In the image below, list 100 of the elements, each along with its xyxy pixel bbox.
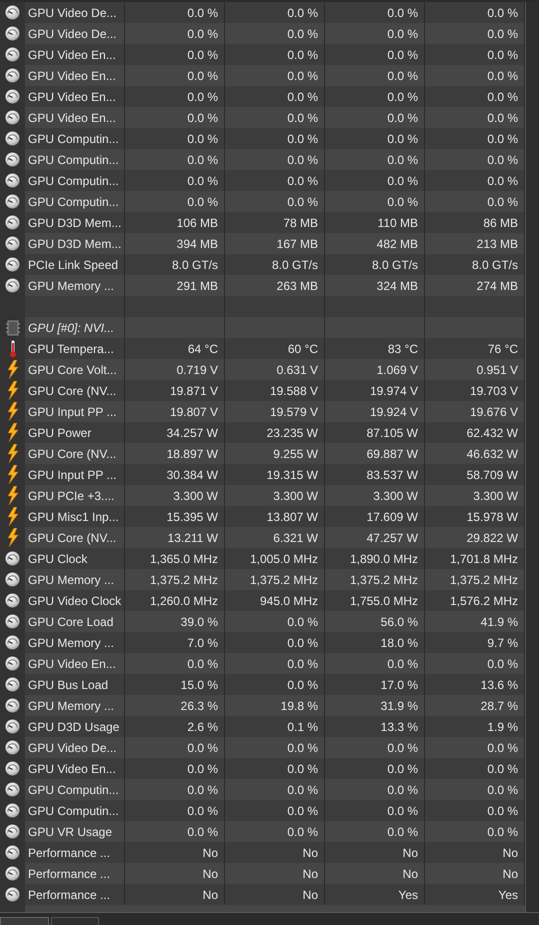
sensor-name[interactable]: PCIe Link Speed <box>28 256 118 274</box>
sensor-name[interactable]: GPU Core Volt... <box>28 360 117 378</box>
sensor-row[interactable]: Performance ... No No Yes Yes <box>0 884 525 905</box>
sensor-row[interactable]: GPU Video De... 0.0 % 0.0 % 0.0 % 0.0 % <box>0 23 525 44</box>
sensor-name[interactable]: GPU Video En... <box>28 88 116 106</box>
sensor-row[interactable]: GPU Clock 1,365.0 MHz 1,005.0 MHz 1,890.0 MHz 1,701.8 MHz <box>0 548 525 569</box>
sensor-value: 0.0 % <box>187 802 218 820</box>
sensor-name[interactable]: GPU Computin... <box>28 130 119 148</box>
sensor-name[interactable]: GPU Bus Load <box>28 676 108 694</box>
sensor-row[interactable]: GPU Misc1 Inp... 15.395 W 13.807 W 17.609 W 15.978 W <box>0 506 525 527</box>
sensor-name[interactable]: GPU Video Clock <box>28 592 122 610</box>
sensor-row[interactable]: GPU Core (NV... 18.897 W 9.255 W 69.887 W 46.632 W <box>0 443 525 464</box>
sensor-row[interactable]: GPU Core Load 39.0 % 0.0 % 56.0 % 41.9 % <box>0 611 525 632</box>
sensor-name[interactable]: GPU Computin... <box>28 172 119 190</box>
sensor-row[interactable]: GPU Power 34.257 W 23.235 W 87.105 W 62.432 W <box>0 422 525 443</box>
sensor-name[interactable]: GPU Memory ... <box>28 570 114 588</box>
sensor-value: 1,365.0 MHz <box>150 550 218 568</box>
sensor-row[interactable]: GPU Video De... 0.0 % 0.0 % 0.0 % 0.0 % <box>0 737 525 758</box>
sensor-value: 0.0 % <box>187 152 218 168</box>
sensor-row[interactable]: GPU D3D Mem... 394 MB 167 MB 482 MB 213 MB <box>0 233 525 254</box>
sensor-value: 0.0 % <box>287 88 318 106</box>
sensor-name[interactable]: GPU Video En... <box>28 66 116 84</box>
sensor-row[interactable]: GPU PCIe +3.... 3.300 W 3.300 W 3.300 W 3.300 W <box>0 485 525 506</box>
bottom-tab[interactable] <box>51 917 99 925</box>
sensor-name[interactable]: GPU Input PP ... <box>28 402 116 420</box>
sensor-name[interactable]: GPU Core Load <box>28 612 114 630</box>
sensor-row[interactable]: GPU Bus Load 15.0 % 0.0 % 17.0 % 13.6 % <box>0 674 525 695</box>
group-header[interactable]: GPU [#0]: NVI... <box>28 318 114 336</box>
sensor-row[interactable]: GPU Video En... 0.0 % 0.0 % 0.0 % 0.0 % <box>0 758 525 779</box>
sensor-name[interactable]: GPU Video En... <box>28 108 116 126</box>
sensor-name[interactable]: GPU D3D Mem... <box>28 214 122 232</box>
sensor-name[interactable]: GPU Core (NV... <box>28 382 116 400</box>
sensor-row[interactable]: GPU Computin... 0.0 % 0.0 % 0.0 % 0.0 % <box>0 800 525 821</box>
sensor-name[interactable]: GPU Power <box>28 424 92 442</box>
sensor-row[interactable]: GPU Video En... 0.0 % 0.0 % 0.0 % 0.0 % <box>0 653 525 674</box>
sensor-value: 0.0 % <box>487 782 518 798</box>
sensor-name[interactable]: GPU Tempera... <box>28 340 114 358</box>
sensor-row[interactable]: GPU Memory ... 1,375.2 MHz 1,375.2 MHz 1,375.2 MHz 1,375.2 MHz <box>0 569 525 590</box>
sensor-value: No <box>202 886 218 904</box>
sensor-name[interactable]: GPU Video De... <box>28 4 116 22</box>
sensor-value: No <box>402 844 418 862</box>
sensor-name[interactable]: GPU PCIe +3.... <box>28 486 114 504</box>
sensor-name[interactable]: GPU Computin... <box>28 780 119 798</box>
sensor-name[interactable]: GPU Video De... <box>28 24 116 42</box>
sensor-name[interactable]: GPU Computin... <box>28 802 119 820</box>
gauge-icon <box>5 698 20 713</box>
sensor-row[interactable]: GPU Memory ... 291 MB 263 MB 324 MB 274 MB <box>0 275 525 296</box>
sensor-name[interactable]: GPU Video En... <box>28 760 116 778</box>
sensor-name[interactable]: Performance ... <box>28 864 110 882</box>
sensor-row[interactable]: GPU Core Volt... 0.719 V 0.631 V 1.069 V 0.951 V <box>0 359 525 380</box>
sensor-name[interactable]: GPU Video De... <box>28 738 116 756</box>
sensor-name[interactable]: GPU Input PP ... <box>28 466 116 484</box>
sensor-row[interactable]: Performance ... No No No No <box>0 863 525 884</box>
sensor-row[interactable]: GPU Computin... 0.0 % 0.0 % 0.0 % 0.0 % <box>0 170 525 191</box>
sensor-row[interactable]: GPU Tempera... 64 °C 60 °C 83 °C 76 °C <box>0 338 525 359</box>
sensor-row[interactable]: GPU Input PP ... 19.807 V 19.579 V 19.924 V 19.676 V <box>0 401 525 422</box>
sensor-row[interactable]: Performance ... No No No No <box>0 842 525 863</box>
sensor-row[interactable]: GPU Video En... 0.0 % 0.0 % 0.0 % 0.0 % <box>0 44 525 65</box>
sensor-value: 0.0 % <box>487 152 518 168</box>
sensor-row[interactable]: GPU Core (NV... 13.211 W 6.321 W 47.257 W 29.822 W <box>0 527 525 548</box>
sensor-name[interactable]: GPU Video En... <box>28 654 116 672</box>
sensor-row[interactable]: GPU Video En... 0.0 % 0.0 % 0.0 % 0.0 % <box>0 65 525 86</box>
gauge-icon <box>5 614 20 629</box>
sensor-name[interactable]: GPU D3D Mem... <box>28 234 122 252</box>
sensor-value: 29.822 W <box>466 530 518 546</box>
sensor-row[interactable]: GPU D3D Mem... 106 MB 78 MB 110 MB 86 MB <box>0 212 525 233</box>
sensor-value: 167 MB <box>276 236 318 252</box>
sensor-name[interactable]: Performance ... <box>28 886 110 904</box>
sensor-name[interactable]: GPU Misc1 Inp... <box>28 508 119 526</box>
sensor-name[interactable]: GPU Memory ... <box>28 276 114 294</box>
sensor-row[interactable]: GPU Memory ... 7.0 % 0.0 % 18.0 % 9.7 % <box>0 632 525 653</box>
sensor-row[interactable]: PCIe Link Speed 8.0 GT/s 8.0 GT/s 8.0 GT/s 8.0 GT/s <box>0 254 525 275</box>
sensor-row[interactable]: GPU D3D Usage 2.6 % 0.1 % 13.3 % 1.9 % <box>0 716 525 737</box>
sensor-row[interactable]: GPU Computin... 0.0 % 0.0 % 0.0 % 0.0 % <box>0 128 525 149</box>
sensor-name[interactable]: GPU Core (NV... <box>28 444 116 462</box>
sensor-name[interactable]: GPU D3D Usage <box>28 718 120 736</box>
sensor-name[interactable]: GPU Computin... <box>28 192 119 210</box>
sensor-name[interactable]: GPU Computin... <box>28 150 119 168</box>
sensor-row[interactable]: GPU Input PP ... 30.384 W 19.315 W 83.537 W 58.709 W <box>0 464 525 485</box>
sensor-row[interactable]: GPU Core (NV... 19.871 V 19.588 V 19.974 V 19.703 V <box>0 380 525 401</box>
sensor-name[interactable]: GPU Core (NV... <box>28 528 116 546</box>
sensor-row[interactable]: GPU VR Usage 0.0 % 0.0 % 0.0 % 0.0 % <box>0 821 525 842</box>
sensor-name[interactable]: GPU Video En... <box>28 46 116 64</box>
sensor-name[interactable]: Performance ... <box>28 844 110 862</box>
sensor-row[interactable]: GPU Memory ... 26.3 % 19.8 % 31.9 % 28.7 % <box>0 695 525 716</box>
group-row[interactable]: GPU [#0]: NVI... <box>0 317 525 338</box>
sensor-row[interactable]: GPU Video En... 0.0 % 0.0 % 0.0 % 0.0 % <box>0 86 525 107</box>
sensor-name[interactable]: GPU Clock <box>28 550 88 568</box>
sensor-row[interactable]: GPU Computin... 0.0 % 0.0 % 0.0 % 0.0 % <box>0 149 525 170</box>
sensor-name[interactable]: GPU Memory ... <box>28 696 114 714</box>
sensor-row[interactable]: GPU Video En... 0.0 % 0.0 % 0.0 % 0.0 % <box>0 107 525 128</box>
gauge-icon <box>5 761 20 776</box>
sensor-row[interactable]: GPU Computin... 0.0 % 0.0 % 0.0 % 0.0 % <box>0 779 525 800</box>
sensor-value: 8.0 GT/s <box>272 256 318 274</box>
sensor-name[interactable]: GPU Memory ... <box>28 634 114 652</box>
sensor-row[interactable]: GPU Video De... 0.0 % 0.0 % 0.0 % 0.0 % <box>0 2 525 23</box>
bottom-tab[interactable] <box>0 917 49 925</box>
sensor-name[interactable]: GPU VR Usage <box>28 822 112 840</box>
sensor-row[interactable]: GPU Video Clock 1,260.0 MHz 945.0 MHz 1,755.0 MHz 1,576.2 MHz <box>0 590 525 611</box>
sensor-row[interactable]: GPU Computin... 0.0 % 0.0 % 0.0 % 0.0 % <box>0 191 525 212</box>
